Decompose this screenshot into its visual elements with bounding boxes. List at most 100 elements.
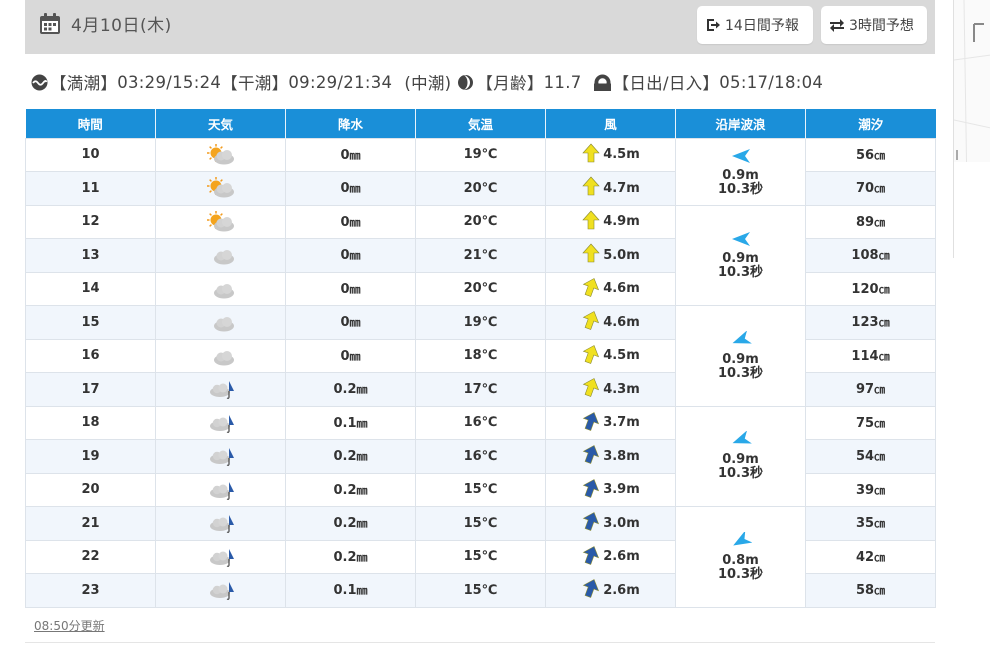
sun-value: 05:17/18:04: [719, 72, 824, 92]
cell-precip: 0.2㎜: [285, 506, 416, 541]
table-row: 12 0㎜ 20℃ 4.9m 0.9m 10.3秒 89㎝: [25, 204, 936, 306]
cell-precip: 0.2㎜: [285, 472, 416, 507]
cell-temp: 15℃: [415, 539, 546, 574]
moon-age-value: 11.7: [543, 72, 582, 92]
cell-precip: 0㎜: [285, 305, 416, 340]
cell-hour: 19: [25, 439, 156, 474]
forecast-3hour-button[interactable]: 3時間予想: [821, 6, 927, 44]
tide-type: (中潮): [404, 74, 452, 93]
sun-cloud-icon: [156, 210, 285, 233]
forecast-14day-label: 14日間予報: [725, 18, 799, 34]
cell-temp: 21℃: [415, 238, 546, 273]
cloud-icon: [156, 278, 285, 300]
wave-height: 0.8m: [722, 552, 759, 568]
cell-precip: 0.1㎜: [285, 405, 416, 440]
cell-hour: 22: [25, 539, 156, 574]
col-header-wind: 風: [545, 109, 676, 138]
cell-tide: 89㎝: [805, 204, 936, 239]
cell-wave: 0.8m 10.3秒: [675, 506, 806, 608]
cell-weather: [155, 405, 286, 440]
cell-wind: 2.6m: [545, 539, 676, 574]
cell-tide: 35㎝: [805, 506, 936, 541]
wind-arrow-icon: [581, 511, 603, 535]
date-display: 4月10日(木): [39, 11, 172, 36]
wind-arrow-icon: [581, 310, 603, 334]
cell-tide: 123㎝: [805, 305, 936, 340]
cell-tide: 58㎝: [805, 573, 936, 608]
cell-weather: [155, 238, 286, 273]
col-header-time: 時間: [25, 109, 156, 138]
cell-temp: 20℃: [415, 171, 546, 206]
wave-period: 10.3秒: [717, 365, 764, 381]
forecast-14day-button[interactable]: 14日間予報: [697, 6, 813, 44]
cell-temp: 15℃: [415, 472, 546, 507]
cell-weather: [155, 204, 286, 239]
wind-arrow-icon: [581, 344, 603, 368]
col-header-weather: 天気: [155, 109, 286, 138]
cell-temp: 18℃: [415, 338, 546, 373]
col-header-temp: 気温: [415, 109, 546, 138]
cell-weather: [155, 338, 286, 373]
cell-temp: 16℃: [415, 439, 546, 474]
wave-period: 10.3秒: [717, 466, 764, 482]
wind-arrow-icon: [581, 176, 603, 200]
cloud-rain-icon: [156, 445, 285, 467]
wind-arrow-icon: [581, 277, 603, 301]
table-row: 10 0㎜ 19℃ 4.5m 0.9m 10.3秒 56㎝: [25, 137, 936, 206]
cell-hour: 11: [25, 171, 156, 206]
cell-precip: 0㎜: [285, 171, 416, 206]
cell-hour: 10: [25, 137, 156, 172]
cell-tide: 97㎝: [805, 372, 936, 407]
cell-temp: 19℃: [415, 137, 546, 172]
cell-hour: 21: [25, 506, 156, 541]
cell-tide: 54㎝: [805, 439, 936, 474]
cloud-icon: [156, 311, 285, 333]
wave-direction-icon: [676, 330, 805, 349]
cell-wave: 0.9m 10.3秒: [675, 204, 806, 306]
cell-wave: 0.9m 10.3秒: [675, 405, 806, 507]
cell-hour: 12: [25, 204, 156, 239]
high-tide-value: 03:29/15:24: [117, 72, 222, 92]
cloud-rain-icon: [156, 546, 285, 568]
cell-hour: 20: [25, 472, 156, 507]
cell-temp: 17℃: [415, 372, 546, 407]
wave-direction-icon: [676, 531, 805, 550]
table-row: 18 0.1㎜ 16℃ 3.7m 0.9m 10.3秒 75㎝: [25, 405, 936, 507]
exchange-icon: [830, 19, 844, 32]
cloud-rain-icon: [156, 579, 285, 601]
cell-wind: 3.0m: [545, 506, 676, 541]
cell-wind: 5.0m: [545, 238, 676, 273]
cell-wind: 4.5m: [545, 338, 676, 373]
cell-weather: [155, 305, 286, 340]
hourly-forecast-table: 時間 天気 降水 気温 風 沿岸波浪 潮汐 10 0㎜ 19℃ 4.5m 0.9m 10.…: [25, 109, 936, 608]
cell-wind: 2.6m: [545, 573, 676, 608]
cell-temp: 15℃: [415, 573, 546, 608]
col-header-wave: 沿岸波浪: [675, 109, 806, 138]
cell-weather: [155, 472, 286, 507]
wind-arrow-icon: [581, 411, 603, 435]
cell-wind: 4.6m: [545, 271, 676, 306]
moon-age-label: 【月齢】: [476, 74, 544, 93]
sun-label: 【日出/日入】: [612, 74, 720, 93]
wave-height: 0.9m: [722, 351, 759, 367]
cloud-rain-icon: [156, 378, 285, 400]
cloud-rain-icon: [156, 479, 285, 501]
wave-direction-icon: [676, 431, 805, 449]
cell-precip: 0.1㎜: [285, 573, 416, 608]
cell-temp: 20℃: [415, 271, 546, 306]
wind-arrow-icon: [581, 545, 603, 569]
calendar-icon: [39, 12, 61, 35]
wave-direction-icon: [676, 230, 805, 248]
date-text: 4月10日(木): [71, 16, 172, 36]
col-header-precip: 降水: [285, 109, 416, 138]
cell-hour: 16: [25, 338, 156, 373]
updated-time-link[interactable]: 08:50分更新: [34, 617, 105, 634]
cell-weather: [155, 573, 286, 608]
cell-temp: 16℃: [415, 405, 546, 440]
cloud-icon: [156, 345, 285, 367]
cell-wave: 0.9m 10.3秒: [675, 137, 806, 206]
forecast-3hour-label: 3時間予想: [849, 18, 914, 34]
cell-precip: 0㎜: [285, 338, 416, 373]
cell-temp: 19℃: [415, 305, 546, 340]
cell-tide: 70㎝: [805, 171, 936, 206]
